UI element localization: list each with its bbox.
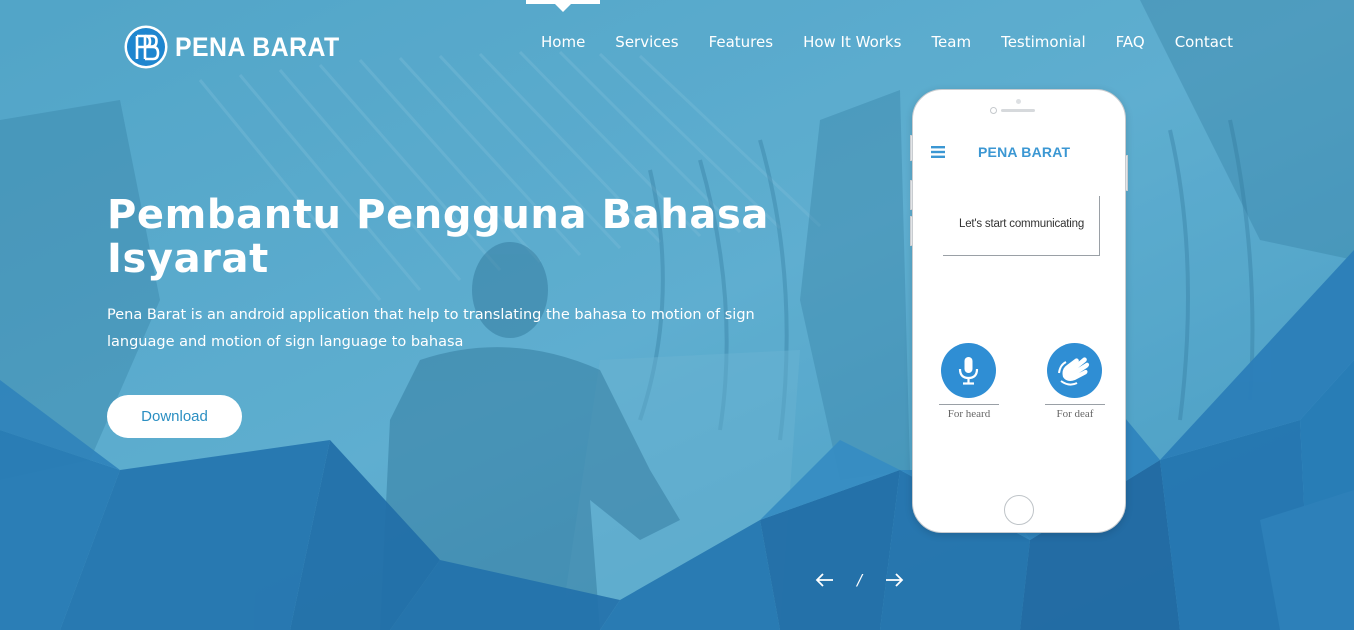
nav-active-indicator <box>526 0 600 12</box>
main-nav: Home Services Features How It Works Team… <box>526 33 1263 51</box>
nav-item-contact[interactable]: Contact <box>1175 33 1233 51</box>
menu-icon[interactable] <box>931 146 945 158</box>
phone-home-button <box>1004 495 1034 525</box>
logo-monogram-icon <box>124 25 168 69</box>
phone-sensor <box>1016 99 1021 104</box>
brand-name: PENA BARAT <box>175 31 340 62</box>
arrow-right-icon[interactable] <box>884 567 904 593</box>
phone-camera <box>990 107 997 114</box>
microphone-icon <box>958 357 979 385</box>
slider-controls: / <box>815 567 904 593</box>
phone-screen: PENA BARAT Let's start communicating For… <box>923 128 1115 492</box>
phone-side-button <box>910 135 913 161</box>
sign-language-hand-icon <box>1058 357 1090 386</box>
phone-volume-up-button <box>910 180 913 210</box>
phone-power-button <box>1125 155 1128 191</box>
nav-item-features[interactable]: Features <box>709 33 774 51</box>
download-button[interactable]: Download <box>107 395 242 438</box>
nav-item-home[interactable]: Home <box>541 33 585 51</box>
app-title: PENA BARAT <box>978 144 1071 160</box>
nav-item-faq[interactable]: FAQ <box>1116 33 1145 51</box>
hero-description: Pena Barat is an android application tha… <box>107 307 755 350</box>
for-heard-button[interactable] <box>941 343 996 398</box>
message-text: Let's start communicating <box>959 218 1085 230</box>
hero-section: PENA BARAT Home Services Features How It… <box>0 0 1354 630</box>
hero-title: Pembantu Pengguna Bahasa Isyarat <box>107 192 769 282</box>
nav-item-testimonial[interactable]: Testimonial <box>1001 33 1086 51</box>
slider-separator: / <box>857 571 863 589</box>
message-box: Let's start communicating <box>943 196 1100 256</box>
brand-logo[interactable]: PENA BARAT <box>123 24 354 70</box>
app-bar: PENA BARAT <box>923 128 1115 178</box>
phone-mockup: PENA BARAT Let's start communicating For… <box>910 89 1128 533</box>
nav-item-team[interactable]: Team <box>931 33 971 51</box>
phone-volume-down-button <box>910 216 913 246</box>
nav-item-how-it-works[interactable]: How It Works <box>803 33 901 51</box>
for-deaf-button[interactable] <box>1047 343 1102 398</box>
nav-item-services[interactable]: Services <box>615 33 678 51</box>
arrow-left-icon[interactable] <box>815 567 835 593</box>
for-heard-label: For heard <box>939 404 999 420</box>
phone-speaker <box>1001 109 1035 112</box>
for-deaf-label: For deaf <box>1045 404 1105 420</box>
